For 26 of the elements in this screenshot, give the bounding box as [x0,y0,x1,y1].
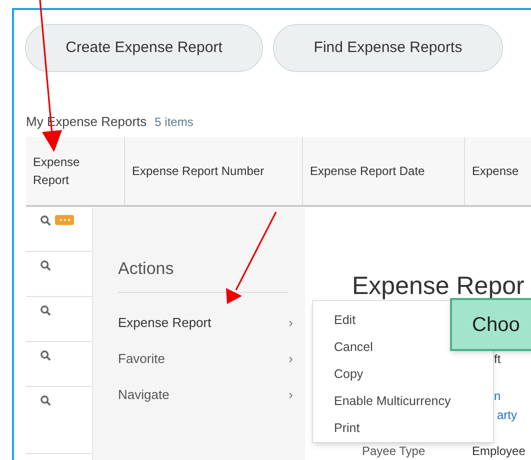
column-header[interactable]: Expense Report Number [132,162,264,180]
menu-item[interactable]: Navigate › [118,376,293,412]
search-icon[interactable] [40,304,51,316]
detail-text[interactable]: n [494,389,501,403]
submenu-item[interactable]: Print [334,415,360,442]
submenu-item[interactable]: Enable Multicurrency [334,388,451,415]
action-button[interactable]: Create Expense Report [25,24,263,72]
detail-text: Employee [472,444,526,458]
item-count: 5 items [154,114,194,131]
detail-text[interactable]: arty [497,408,518,422]
column-header[interactable]: Expense Report [33,152,80,188]
search-icon[interactable] [40,394,51,406]
column-header[interactable]: Expense Report Date [310,162,425,180]
column-header[interactable]: Expense [472,162,519,180]
search-icon[interactable] [40,260,51,270]
search-icon[interactable] [40,350,51,360]
menu-item[interactable]: Expense Report › [118,304,293,340]
menu-item[interactable]: Favorite › [118,340,293,376]
callout-tooltip: Choo [450,298,531,351]
submenu-item[interactable]: Copy [334,361,364,388]
submenu-item[interactable]: Cancel [334,334,373,361]
submenu-item[interactable]: Edit [334,307,356,334]
detail-text: ft [494,352,501,366]
action-button[interactable]: Find Expense Reports [273,24,503,72]
detail-text: Payee Type [362,444,426,458]
search-icon[interactable] [40,214,51,226]
